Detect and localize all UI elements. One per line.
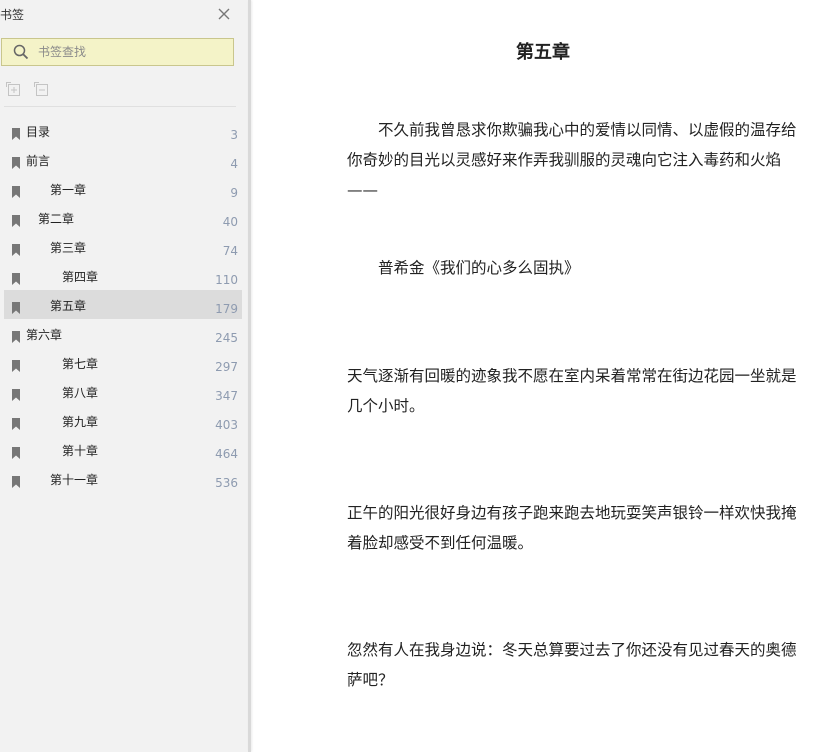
bookmark-item[interactable]: 目录 3 xyxy=(4,116,242,145)
bookmark-page: 403 xyxy=(215,418,238,432)
search-input[interactable] xyxy=(38,43,228,61)
bookmark-item-selected[interactable]: 第五章 179 xyxy=(4,290,242,319)
bookmark-item[interactable]: 第四章 110 xyxy=(4,261,242,290)
bookmark-label: 第九章 xyxy=(62,415,99,429)
bookmark-page: 74 xyxy=(222,244,238,258)
bookmark-item[interactable]: 第六章 245 xyxy=(4,319,242,348)
bookmark-icon xyxy=(11,328,21,343)
bookmark-page: 297 xyxy=(215,360,238,374)
close-icon[interactable] xyxy=(216,6,232,22)
bookmark-label: 第三章 xyxy=(50,241,87,255)
bookmark-icon xyxy=(11,357,21,372)
paragraph: 不久前我曾恳求你欺骗我心中的爱情以同情、以虚假的温存给你奇妙的目光以灵感好来作弄… xyxy=(347,121,797,199)
bookmark-page: 40 xyxy=(222,215,238,229)
bookmark-item[interactable]: 第十一章 536 xyxy=(4,464,242,493)
bookmark-page: 110 xyxy=(215,273,238,287)
toolbar-divider xyxy=(4,106,236,107)
bookmark-page: 179 xyxy=(215,302,238,316)
bookmark-label: 第十章 xyxy=(62,444,99,458)
bookmark-icon xyxy=(11,444,21,459)
bookmark-page: 464 xyxy=(215,447,238,461)
bookmark-page: 245 xyxy=(215,331,238,345)
bookmark-item[interactable]: 第一章 9 xyxy=(4,174,242,203)
bookmark-page: 4 xyxy=(230,157,238,171)
bookmark-item[interactable]: 第十章 464 xyxy=(4,435,242,464)
bookmark-label: 第五章 xyxy=(50,299,87,313)
bookmark-label: 第十一章 xyxy=(50,473,99,487)
bookmark-icon xyxy=(11,241,21,256)
panel-title: 书签 xyxy=(0,8,25,22)
paragraph: 普希金《我们的心多么固执》 xyxy=(347,259,580,277)
bookmark-label: 第六章 xyxy=(26,328,63,342)
paragraph: 忽然有人在我身边说：冬天总算要过去了你还没有见过春天的奥德萨吧？ xyxy=(347,641,797,689)
bookmark-item[interactable]: 第二章 40 xyxy=(4,203,242,232)
bookmark-label: 第七章 xyxy=(62,357,99,371)
bookmark-item[interactable]: 第七章 297 xyxy=(4,348,242,377)
bookmark-label: 第一章 xyxy=(50,183,87,197)
bookmark-icon xyxy=(11,212,21,227)
bookmark-item[interactable]: 第九章 403 xyxy=(4,406,242,435)
bookmark-page: 3 xyxy=(230,128,238,142)
bookmark-icon xyxy=(11,299,21,314)
bookmark-item[interactable]: 第三章 74 xyxy=(4,232,242,261)
bookmark-item[interactable]: 前言 4 xyxy=(4,145,242,174)
bookmark-page: 536 xyxy=(215,476,238,490)
bookmark-icon xyxy=(11,415,21,430)
bookmark-search xyxy=(1,38,234,66)
bookmark-icon xyxy=(11,270,21,285)
bookmark-icon xyxy=(11,154,21,169)
bookmark-icon xyxy=(11,183,21,198)
collapse-all-icon[interactable] xyxy=(34,82,50,98)
bookmark-label: 第八章 xyxy=(62,386,99,400)
bookmark-label: 第二章 xyxy=(38,212,75,226)
bookmark-page: 9 xyxy=(230,186,238,200)
paragraph: 正午的阳光很好身边有孩子跑来跑去地玩耍笑声银铃一样欢快我掩着脸却感受不到任何温暖… xyxy=(347,504,797,552)
bookmark-panel: 书签 目录 3 前言 4 第一章 9 第二章 xyxy=(0,0,248,752)
chapter-title: 第五章 xyxy=(516,42,570,63)
bookmark-label: 前言 xyxy=(26,154,51,168)
bookmark-page: 347 xyxy=(215,389,238,403)
bookmark-icon xyxy=(11,386,21,401)
bookmark-label: 第四章 xyxy=(62,270,99,284)
bookmark-icon xyxy=(11,473,21,488)
expand-all-icon[interactable] xyxy=(6,82,22,98)
search-icon xyxy=(13,44,29,60)
bookmark-icon xyxy=(11,125,21,140)
paragraph: 天气逐渐有回暖的迹象我不愿在室内呆着常常在街边花园一坐就是几个小时。 xyxy=(347,367,797,415)
bookmark-label: 目录 xyxy=(26,125,51,139)
bookmark-item[interactable]: 第八章 347 xyxy=(4,377,242,406)
document-page: 第五章 不久前我曾恳求你欺骗我心中的爱情以同情、以虚假的温存给你奇妙的目光以灵感… xyxy=(251,0,835,752)
